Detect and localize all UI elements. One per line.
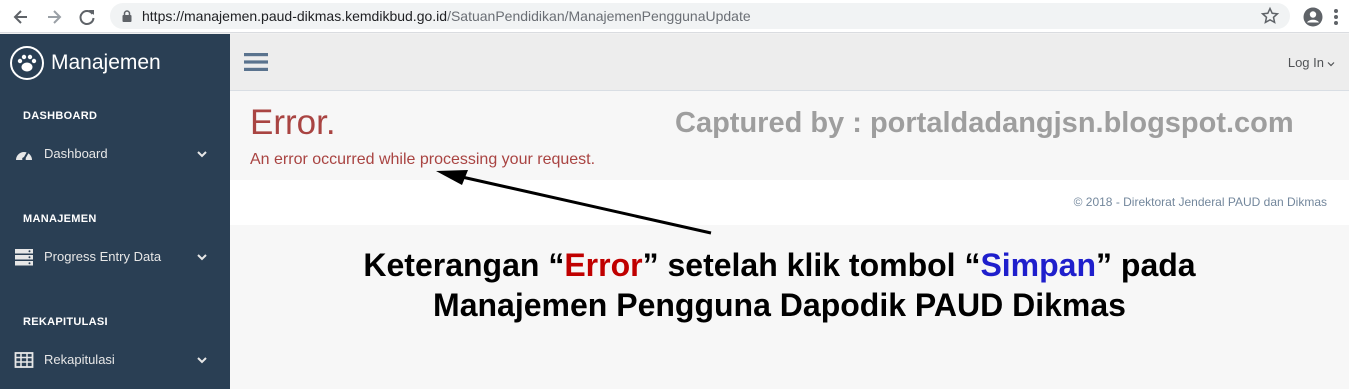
menu-label-rekapitulasi: Rekapitulasi <box>44 352 115 367</box>
tachometer-icon <box>16 151 32 161</box>
chevron-down-icon <box>197 151 207 158</box>
chevron-down-icon <box>1327 61 1335 66</box>
main-content: Error. An error occurred while processin… <box>230 91 1349 389</box>
reload-icon[interactable] <box>76 6 98 28</box>
chevron-down-icon <box>197 357 207 364</box>
section-title-rekapitulasi: REKAPITULASI <box>23 316 108 328</box>
menu-label-progress-entry-data: Progress Entry Data <box>44 249 162 264</box>
hamburger-menu-icon[interactable] <box>244 52 268 72</box>
server-icon <box>15 249 33 266</box>
sidebar: Manajemen DASHBOARD Dashboard MANAJEMEN … <box>0 34 230 389</box>
footer: © 2018 - Direktorat Jenderal PAUD dan Di… <box>230 180 1349 225</box>
error-message: An error occurred while processing your … <box>250 151 596 168</box>
lock-icon <box>122 10 132 22</box>
login-label: Log In <box>1287 55 1324 70</box>
url-text: https://manajemen.paud-dikmas.kemdikbud.… <box>142 8 751 24</box>
login-dropdown[interactable]: Log In <box>1288 55 1335 70</box>
annotation-line-2: Manajemen Pengguna Dapodik PAUD Dikmas <box>433 287 1126 323</box>
section-title-dashboard: DASHBOARD <box>23 110 98 122</box>
menu-item-progress-entry-data[interactable]: Progress Entry Data <box>0 243 230 273</box>
chevron-down-icon <box>197 254 207 261</box>
footer-text: © 2018 - Direktorat Jenderal PAUD dan Di… <box>1073 195 1327 209</box>
menu-item-rekapitulasi[interactable]: Rekapitulasi <box>0 346 230 376</box>
annotation-caption: Keterangan “Error” setelah klik tombol “… <box>230 245 1349 325</box>
menu-item-dashboard[interactable]: Dashboard <box>0 140 230 170</box>
annotation-text: ” pada <box>1096 247 1196 283</box>
annotation-error-word: Error <box>564 247 643 283</box>
annotation-line-1: Keterangan “Error” setelah klik tombol “… <box>210 245 1349 285</box>
brand-title: Manajemen <box>51 51 161 74</box>
back-icon[interactable] <box>10 6 32 28</box>
url-path: /SatuanPendidikan/ManajemenPenggunaUpdat… <box>447 8 751 24</box>
address-bar[interactable]: https://manajemen.paud-dikmas.kemdikbud.… <box>110 3 1290 29</box>
url-host: https://manajemen.paud-dikmas.kemdikbud.… <box>142 8 448 24</box>
paw-icon <box>10 46 44 80</box>
table-icon <box>14 352 34 368</box>
watermark: Captured by : portaldadangjsn.blogspot.c… <box>675 107 1294 139</box>
section-title-manajemen: MANAJEMEN <box>23 213 97 225</box>
annotation-text: ” setelah klik tombol “ <box>642 247 981 283</box>
browser-toolbar: https://manajemen.paud-dikmas.kemdikbud.… <box>0 0 1349 33</box>
annotation-simpan-word: Simpan <box>980 247 1097 283</box>
error-title: Error. <box>250 103 336 142</box>
menu-label-dashboard: Dashboard <box>44 146 108 161</box>
more-icon[interactable] <box>1332 7 1340 27</box>
forward-icon[interactable] <box>43 6 65 28</box>
top-nav: Log In <box>230 34 1349 91</box>
annotation-text: Keterangan “ <box>363 247 565 283</box>
account-icon[interactable] <box>1302 6 1324 28</box>
star-icon[interactable] <box>1260 6 1280 26</box>
